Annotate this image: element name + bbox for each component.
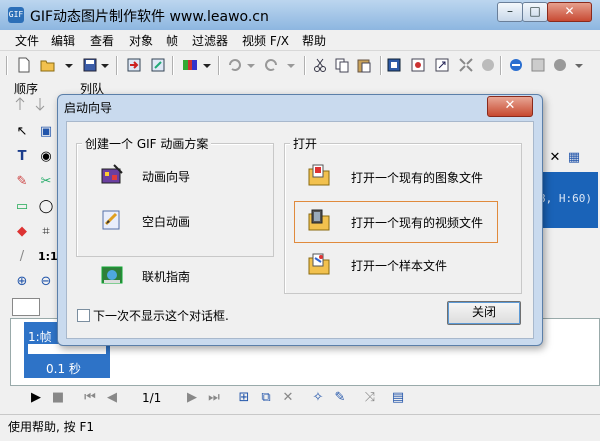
frame-properties-icon[interactable]: ▤ [390,390,406,406]
menu-file[interactable]: 文件 [15,32,39,49]
dropdown-icon[interactable] [202,57,212,73]
open-video-option[interactable]: 打开一个现有的视频文件 [351,214,483,231]
frame-text-icon[interactable]: ✎ [332,390,348,406]
flip-icon[interactable] [480,57,496,73]
blank-animation-option[interactable]: 空白动画 [142,213,190,230]
order-label: 顺序 [14,82,39,96]
menu-filter[interactable]: 过滤器 [192,32,228,49]
crop-icon[interactable] [386,57,402,73]
dont-show-label: 下一次不显示这个对话框. [93,309,229,323]
optimize-icon[interactable] [552,57,568,73]
create-group-title: 创建一个 GIF 动画方案 [82,135,212,152]
shrink-icon[interactable] [458,57,474,73]
export-icon[interactable] [150,57,166,73]
zoom-out-icon[interactable]: ⊖ [38,274,54,290]
minimize-button[interactable]: – [497,2,523,22]
copy-icon[interactable] [334,57,350,73]
fg-color-swatch[interactable] [12,298,40,316]
rotate-icon[interactable] [410,57,426,73]
menu-video-fx[interactable]: 视频 F/X [242,32,289,49]
import-icon[interactable] [126,57,142,73]
text-tool-icon[interactable]: T [14,149,30,165]
prev-frame-icon[interactable]: ◀ [104,390,120,406]
frame-label: 1:帧 [28,330,52,344]
redo-icon[interactable] [264,57,280,73]
app-icon: GIF [8,7,24,23]
first-frame-icon[interactable]: ⏮ [82,390,98,406]
dropdown-icon[interactable] [64,57,74,73]
frame-counter: 1/1 [142,391,162,405]
wizard-option[interactable]: 动画向导 [142,168,190,185]
insert-frame-icon[interactable]: ⊞ [236,390,252,406]
stop-icon[interactable]: ■ [50,390,66,406]
close-panel-icon[interactable]: ✕ [547,150,563,166]
new-icon[interactable] [16,57,32,73]
open-group-title: 打开 [290,135,321,152]
paste-icon[interactable] [356,57,372,73]
save-icon[interactable] [82,57,98,73]
resize-icon[interactable] [434,57,450,73]
lasso-tool-icon[interactable]: ✂ [38,174,54,190]
dialog-title: 启动向导 [64,101,113,115]
cut-icon[interactable] [312,57,328,73]
open-image-icon[interactable] [307,163,331,187]
menu-help[interactable]: 帮助 [302,32,326,49]
frame-effect-icon[interactable]: ✧ [310,390,326,406]
online-guide-option[interactable]: 联机指南 [142,268,190,285]
pen-tool-icon[interactable]: / [14,249,30,265]
menu-view[interactable]: 查看 [90,32,114,49]
next-frame-icon[interactable]: ▶ [184,390,200,406]
open-image-option[interactable]: 打开一个现有的图象文件 [351,169,483,186]
dont-show-checkbox[interactable] [77,309,90,322]
dropdown-icon[interactable] [100,57,110,73]
toolbar [0,51,600,81]
wizard-icon[interactable] [100,163,124,187]
canvas-preview: 8, H:60) [535,172,598,228]
crop-tool-icon[interactable]: ⌗ [38,224,54,240]
zoom-in-icon[interactable]: ⊕ [14,274,30,290]
record-tool-icon[interactable]: ◉ [38,149,54,165]
palette-icon[interactable] [182,57,198,73]
preview-icon[interactable] [530,57,546,73]
window-title: GIF动态图片制作软件 www.leawo.cn [30,9,269,25]
duplicate-frame-icon[interactable]: ⧉ [258,390,274,406]
playback-bar: ▶ ■ ⏮ ◀ 1/1 ▶ ⏭ ⊞ ⧉ ✕ ✧ ✎ ⤨ ▤ [0,386,600,410]
undo-icon[interactable] [226,57,242,73]
last-frame-icon[interactable]: ⏭ [206,390,222,406]
blank-animation-icon[interactable] [100,208,124,232]
fill-tool-icon[interactable]: ◆ [14,224,30,240]
dropdown-icon[interactable] [574,57,584,73]
open-sample-option[interactable]: 打开一个样本文件 [351,257,447,274]
open-icon[interactable] [40,57,56,73]
dialog-close-x-button[interactable]: ✕ [487,96,533,117]
dropdown-icon[interactable] [246,57,256,73]
canvas-size-text: 8, H:60) [539,192,592,205]
ellipse-tool-icon[interactable]: ◯ [38,199,54,215]
play-icon[interactable]: ▶ [28,390,44,406]
menu-bar: 文件 编辑 查看 对象 帧 过滤器 视频 F/X 帮助 [0,30,600,51]
marquee-tool-icon[interactable]: ▣ [38,124,54,140]
brush-tool-icon[interactable]: ✎ [14,174,30,190]
properties-icon[interactable]: ▦ [566,150,582,166]
dropdown-icon[interactable] [286,57,296,73]
delete-frame-icon[interactable]: ✕ [280,390,296,406]
select-tool-icon[interactable]: ↖ [14,124,30,140]
open-sample-icon[interactable] [307,252,331,276]
maximize-button[interactable]: □ [522,2,548,22]
online-guide-icon[interactable] [100,263,124,287]
transition-icon[interactable]: ⤨ [362,390,378,406]
menu-object[interactable]: 对象 [129,32,153,49]
menu-frame[interactable]: 帧 [166,32,178,49]
create-animation-group [76,143,274,257]
close-button[interactable]: 关闭 [447,301,521,325]
frame-delay: 0.1 秒 [46,362,81,376]
window-close-button[interactable]: ✕ [547,2,592,22]
menu-edit[interactable]: 编辑 [51,32,75,49]
eraser-tool-icon[interactable]: ▭ [14,199,30,215]
status-text: 使用帮助, 按 F1 [8,420,94,434]
browser-icon[interactable] [508,57,524,73]
open-video-icon[interactable] [307,208,331,232]
ratio-tool-icon[interactable]: 1:1 [38,249,58,265]
